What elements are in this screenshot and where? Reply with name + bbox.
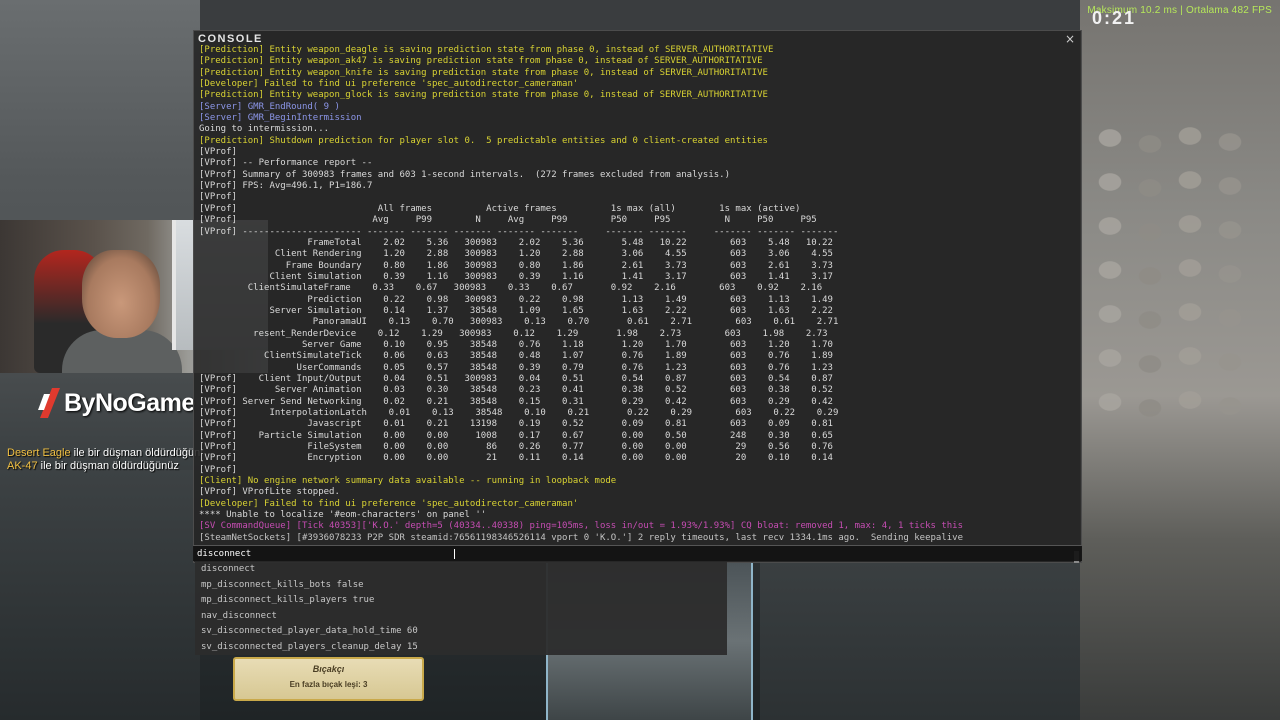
console-input-bar[interactable] xyxy=(193,545,1082,561)
round-timer: 0:21 xyxy=(1092,8,1137,28)
autocomplete-item[interactable]: nav_disconnect xyxy=(195,609,727,625)
console-log-line: Client Rendering 1.20 2.88 300983 1.20 2… xyxy=(199,249,833,260)
console-log-line: FrameTotal 2.02 5.36 300983 2.02 5.36 5.… xyxy=(199,237,833,248)
console-log-line: resent_RenderDevice 0.12 1.29 300983 0.1… xyxy=(199,328,828,339)
text-caret xyxy=(454,549,455,559)
console-log-line: Server Game 0.10 0.95 38548 0.76 1.18 1.… xyxy=(199,339,833,350)
kill-feed-item: Desert Eagle ile bir düşman öldürdüğünüz xyxy=(7,447,202,460)
autocomplete-item[interactable]: sv_disconnected_player_data_hold_time 60 xyxy=(195,624,727,640)
kill-feed-text: ile bir düşman öldürdüğünüz xyxy=(70,447,202,459)
console-log-line: [Server] GMR_EndRound( 9 ) xyxy=(199,101,340,112)
console-log-line: [VProf] VProfLite stopped. xyxy=(199,487,340,498)
console-log-line: PanoramaUI 0.13 0.70 300983 0.13 0.70 0.… xyxy=(199,317,839,328)
console-log-line: [VProf] Avg P99 N Avg P99 P50 P95 N P50 … xyxy=(199,215,817,226)
streamer-head xyxy=(82,250,160,338)
console-log-line: [VProf] Client Input/Output 0.04 0.51 30… xyxy=(199,373,833,384)
autocomplete-item[interactable]: sv_disconnected_players_cleanup_delay 15 xyxy=(195,640,727,656)
console-log-line: [VProf] InterpolationLatch 0.01 0.13 385… xyxy=(199,408,839,418)
logo-text: ByNoGame xyxy=(64,388,195,417)
console-log-line: [SteamNetSockets] [#3936078233 P2P SDR s… xyxy=(199,532,964,543)
console-log-line: [VProf] FPS: Avg=496.1, P1=186.7 xyxy=(199,181,373,192)
game-floor-left xyxy=(0,470,200,720)
console-log-line: [Prediction] Entity weapon_ak47 is savin… xyxy=(199,56,763,67)
close-icon[interactable]: × xyxy=(1065,32,1075,46)
console-window[interactable]: CONSOLE × [Prediction] Entity weapon_dea… xyxy=(193,30,1082,563)
autocomplete-item[interactable]: mp_disconnect_kills_players true xyxy=(195,593,727,609)
stone-wall xyxy=(1090,120,1280,420)
kill-feed-weapon: AK-47 xyxy=(7,460,38,472)
award-title: Bıçakçı xyxy=(312,664,345,674)
console-log-line: [VProf] xyxy=(199,147,237,158)
console-log-line: [VProf] Summary of 300983 frames and 603… xyxy=(199,169,731,180)
console-log-line: [VProf] -- Performance report -- xyxy=(199,158,373,169)
console-log-line: UserCommands 0.05 0.57 38548 0.39 0.79 0… xyxy=(199,362,833,373)
kill-feed-item: AK-47 ile bir düşman öldürdüğünüz xyxy=(7,460,202,473)
console-log-line: [VProf] xyxy=(199,464,237,475)
console-log-line: [Prediction] Shutdown prediction for pla… xyxy=(199,135,768,146)
console-title: CONSOLE xyxy=(198,33,263,45)
console-log-line: [Prediction] Entity weapon_deagle is sav… xyxy=(199,45,774,55)
console-log-line: [VProf] Encryption 0.00 0.00 21 0.11 0.1… xyxy=(199,453,833,464)
console-log-line: [VProf] xyxy=(199,192,237,203)
kill-feed-text: ile bir düşman öldürdüğünüz xyxy=(37,460,179,472)
logo-mark-icon xyxy=(38,388,60,418)
console-log-line: [VProf] All frames Active frames 1s max … xyxy=(199,203,801,214)
console-log-line: [Client] No engine network summary data … xyxy=(199,476,617,487)
console-log-line: [SV CommandQueue] [Tick 40353]['K.O.' de… xyxy=(199,521,964,532)
console-log-line: [Developer] Failed to find ui preference… xyxy=(199,79,579,90)
autocomplete-item[interactable]: disconnect xyxy=(195,562,727,578)
console-log-line: [VProf] FileSystem 0.00 0.00 86 0.26 0.7… xyxy=(199,442,833,453)
console-log-line: [Prediction] Entity weapon_glock is savi… xyxy=(199,90,768,101)
console-log-line: Client Simulation 0.39 1.16 300983 0.39 … xyxy=(199,271,833,282)
autocomplete-item[interactable]: mp_disconnect_kills_bots false xyxy=(195,578,727,594)
console-log-line: Prediction 0.22 0.98 300983 0.22 0.98 1.… xyxy=(199,294,833,305)
console-log-line: [VProf] ---------------------- ------- -… xyxy=(199,226,839,237)
award-card: Bıçakçı En fazla bıçak leşi: 3 xyxy=(233,657,424,701)
bynogame-logo: ByNoGame xyxy=(38,388,195,418)
console-log-line: [Developer] Failed to find ui preference… xyxy=(199,498,579,509)
console-command-input[interactable] xyxy=(197,548,1067,560)
console-log-line: ClientSimulateTick 0.06 0.63 38548 0.48 … xyxy=(199,351,833,362)
console-log-line: Frame Boundary 0.80 1.86 300983 0.80 1.8… xyxy=(199,260,833,271)
console-log-line: [VProf] Server Send Networking 0.02 0.21… xyxy=(199,396,833,407)
game-background-bottom-right xyxy=(760,563,1080,720)
console-log-line: [Prediction] Entity weapon_knife is savi… xyxy=(199,67,768,78)
autocomplete-dropdown[interactable]: disconnect mp_disconnect_kills_bots false… xyxy=(195,562,727,655)
console-log-line: [Server] GMR_BeginIntermission xyxy=(199,113,362,124)
console-log-line: **** Unable to localize '#eom-characters… xyxy=(199,510,487,521)
award-subtitle: En fazla bıçak leşi: 3 xyxy=(289,680,368,689)
kill-feed-weapon: Desert Eagle xyxy=(7,447,71,459)
kill-feed: Desert Eagle ile bir düşman öldürdüğünüz… xyxy=(7,447,202,473)
console-log-line: Server Simulation 0.14 1.37 38548 1.09 1… xyxy=(199,305,833,316)
console-log-line: ClientSimulateFrame 0.33 0.67 300983 0.3… xyxy=(199,283,823,294)
console-log-line: Going to intermission... xyxy=(199,124,330,135)
console-log: [Prediction] Entity weapon_deagle is sav… xyxy=(199,45,1075,545)
console-log-line: [VProf] Javascript 0.01 0.21 13198 0.19 … xyxy=(199,419,833,430)
console-log-line: [VProf] Particle Simulation 0.00 0.00 10… xyxy=(199,430,833,441)
console-log-line: [VProf] Server Animation 0.03 0.30 38548… xyxy=(199,385,833,396)
